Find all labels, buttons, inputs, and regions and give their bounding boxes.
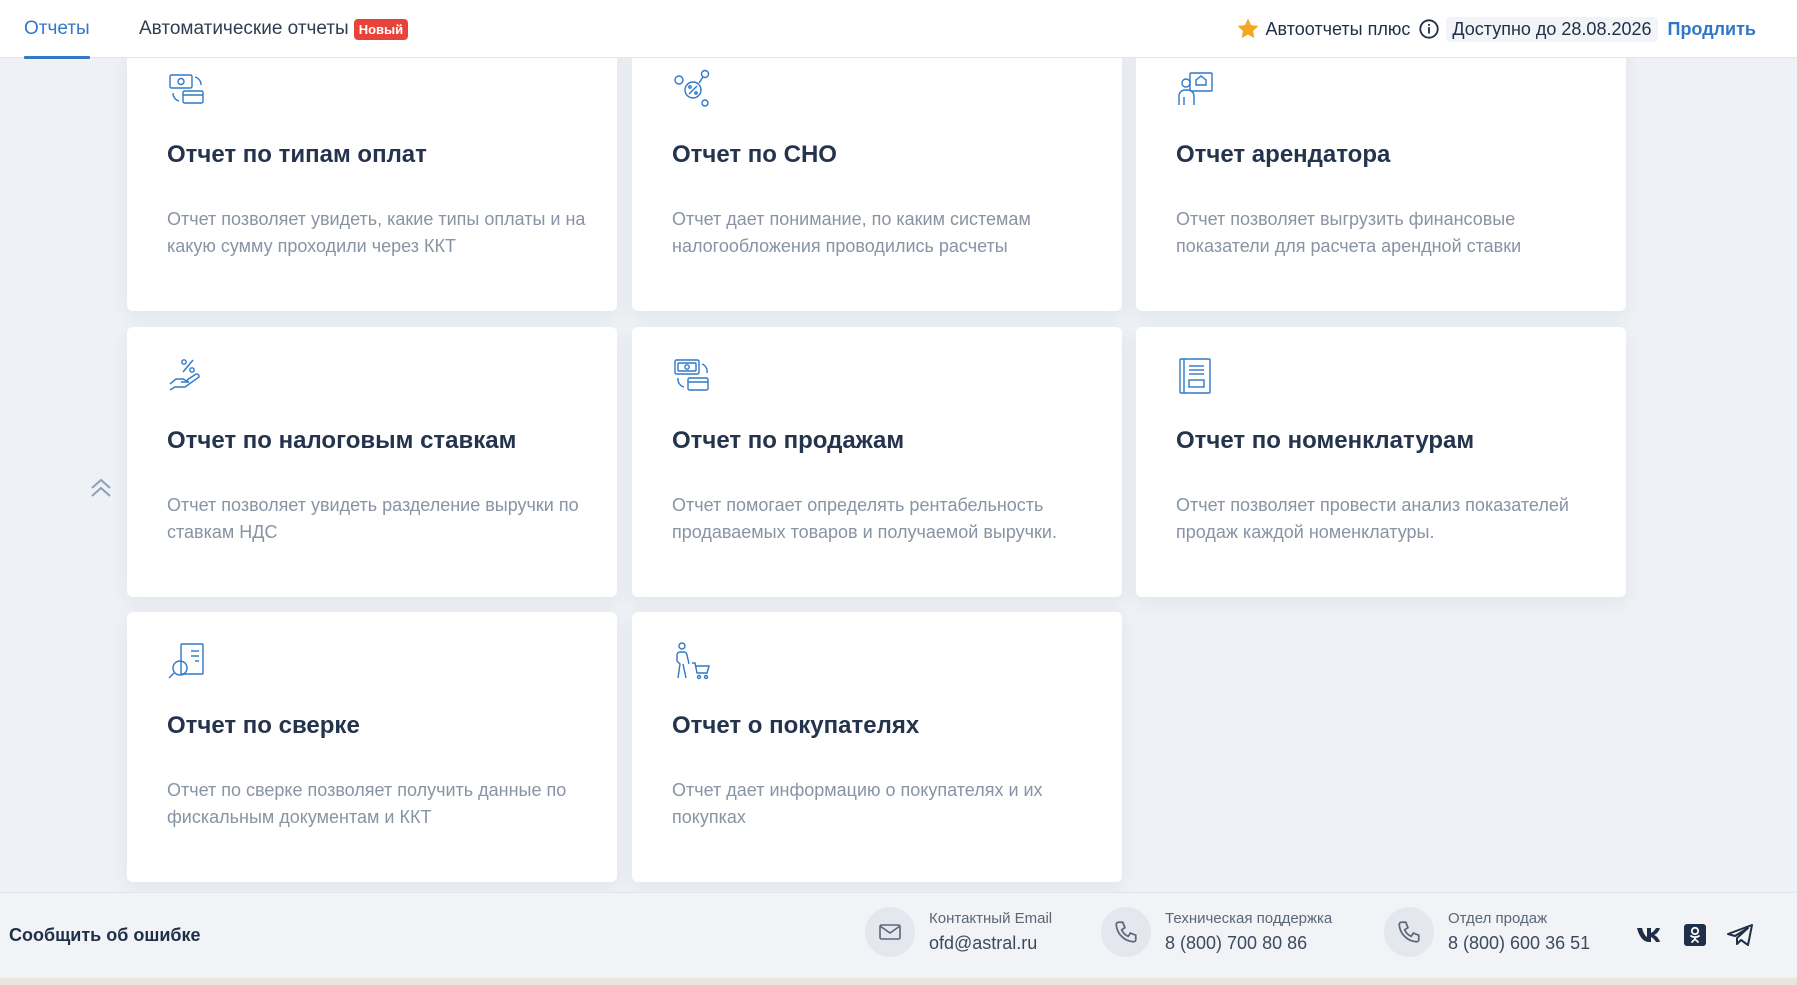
tab-reports-label: Отчеты <box>24 18 90 39</box>
extend-link[interactable]: Продлить <box>1668 19 1757 40</box>
card-title: Отчет по СНО <box>672 141 837 168</box>
subscription-until: Доступно до 28.08.2026 <box>1446 16 1658 42</box>
contact-support-label: Техническая поддержка <box>1165 910 1333 927</box>
phone-icon <box>1398 921 1420 943</box>
mail-icon-circle <box>865 907 915 957</box>
card-title: Отчет по налоговым ставкам <box>167 427 517 454</box>
tenant-icon <box>1178 72 1213 105</box>
report-card-tax-systems[interactable]: Отчет по СНО Отчет дает понимание, по ка… <box>632 41 1122 311</box>
card-title: Отчет о покупателях <box>672 712 920 739</box>
top-bar: Отчеты Автоматические отчеты Новый Автоо… <box>0 0 1797 59</box>
report-error-link[interactable]: Сообщить об ошибке <box>9 925 201 946</box>
scroll-top-icon[interactable] <box>88 475 114 501</box>
report-card-reconciliation[interactable]: Отчет по сверке Отчет по сверке позволяе… <box>127 612 617 882</box>
card-description: Отчет позволяет увидеть, какие типы опла… <box>167 209 586 256</box>
contact-sales-label: Отдел продаж <box>1448 910 1548 927</box>
cash-card-icon <box>169 74 204 104</box>
card-title: Отчет по сверке <box>167 712 360 739</box>
cash-exchange-icon <box>674 359 709 391</box>
contact-support-value[interactable]: 8 (800) 700 80 86 <box>1165 933 1332 954</box>
tab-auto-reports-label: Автоматические отчеты <box>139 18 349 39</box>
percent-coins-icon <box>674 69 710 107</box>
contact-email-value[interactable]: ofd@astral.ru <box>929 933 1052 954</box>
contact-support[interactable]: Техническая поддержка 8 (800) 700 80 86 <box>1101 907 1332 957</box>
card-title: Отчет по типам оплат <box>167 141 427 168</box>
tab-reports[interactable]: Отчеты <box>24 0 90 59</box>
card-title: Отчет по продажам <box>672 427 905 454</box>
subscription-label: Автоотчеты плюс <box>1265 18 1411 39</box>
card-description: Отчет по сверке позволяет получить данны… <box>167 780 567 827</box>
contact-sales[interactable]: Отдел продаж 8 (800) 600 36 51 <box>1384 907 1590 957</box>
card-description: Отчет позволяет увидеть разделение выруч… <box>167 495 579 542</box>
contact-sales-value[interactable]: 8 (800) 600 36 51 <box>1448 933 1590 954</box>
card-title: Отчет арендатора <box>1176 141 1391 168</box>
footer: Сообщить об ошибке Контактный Email ofd@… <box>0 892 1797 978</box>
phone-icon <box>1115 921 1137 943</box>
phone-icon-circle <box>1101 907 1151 957</box>
report-card-nomenclature[interactable]: Отчет по номенклатурам Отчет позволяет п… <box>1136 327 1626 597</box>
odnoklassniki-icon[interactable] <box>1679 919 1711 951</box>
contact-email-label: Контактный Email <box>929 910 1053 927</box>
report-card-tax-rates[interactable]: Отчет по налоговым ставкам Отчет позволя… <box>127 327 617 597</box>
report-card-tenant[interactable]: Отчет арендатора Отчет позволяет выгрузи… <box>1136 41 1626 311</box>
mail-icon <box>879 924 901 940</box>
card-title: Отчет по номенклатурам <box>1176 427 1475 454</box>
report-card-customers[interactable]: Отчет о покупателях Отчет дает информаци… <box>632 612 1122 882</box>
telegram-icon[interactable] <box>1724 919 1756 951</box>
document-search-icon <box>168 643 204 679</box>
report-card-sales[interactable]: Отчет по продажам Отчет помогает определ… <box>632 327 1122 597</box>
vk-icon[interactable] <box>1634 919 1666 951</box>
footer-bottom-strip <box>0 978 1797 985</box>
card-description: Отчет позволяет провести анализ показате… <box>1176 495 1569 542</box>
card-description: Отчет дает информацию о покупателях и их… <box>672 780 1043 827</box>
new-badge: Новый <box>353 18 409 40</box>
subscription-info: Автоотчеты плюс Доступно до 28.08.2026 П… <box>1236 0 1797 58</box>
hand-percent-icon <box>169 359 200 391</box>
catalog-icon <box>1179 358 1211 394</box>
tab-auto-reports[interactable]: Автоматические отчеты Новый <box>139 0 409 58</box>
phone-icon-circle <box>1384 907 1434 957</box>
card-description: Отчет дает понимание, по каким системам … <box>672 209 1031 256</box>
contact-email[interactable]: Контактный Email ofd@astral.ru <box>865 907 1052 957</box>
info-icon[interactable] <box>1418 18 1440 40</box>
star-icon <box>1237 18 1258 39</box>
card-description: Отчет помогает определять рентабельность… <box>672 495 1057 542</box>
card-description: Отчет позволяет выгрузить финансовые пок… <box>1176 209 1522 256</box>
shopper-cart-icon <box>676 642 710 680</box>
report-card-payment-types[interactable]: Отчет по типам оплат Отчет позволяет уви… <box>127 41 617 311</box>
